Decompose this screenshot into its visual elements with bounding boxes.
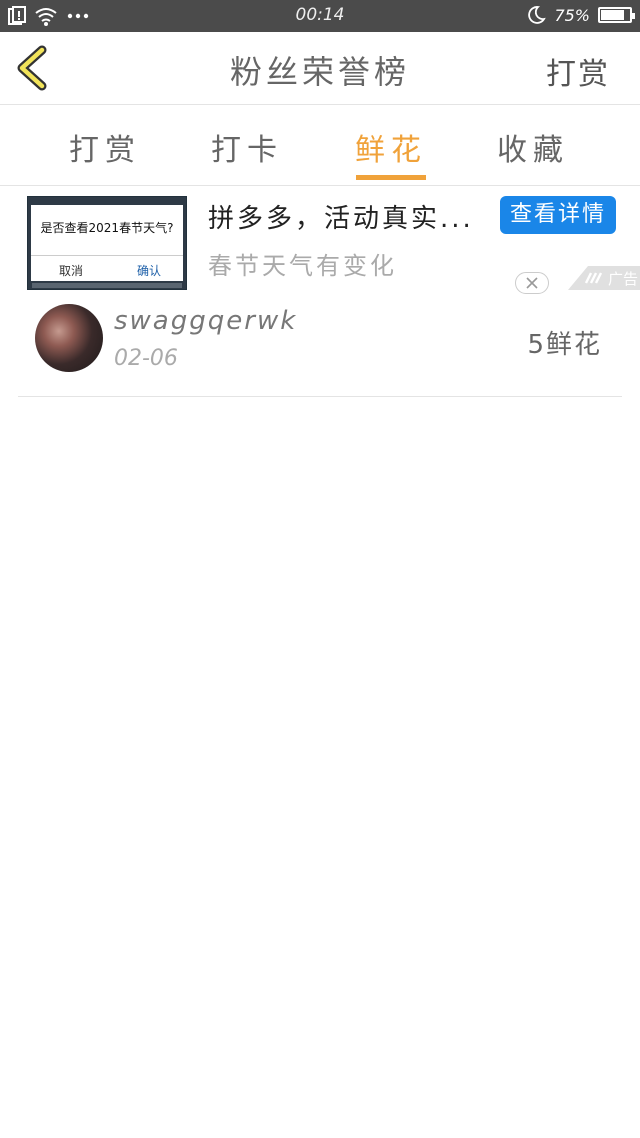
user-name: swaggqerwk — [114, 306, 298, 336]
ad-thumb-question: 是否查看2021春节天气? — [40, 221, 174, 235]
ad-close-button[interactable] — [515, 272, 549, 294]
ad-title[interactable]: 拼多多，活动真实... — [208, 198, 474, 235]
ad-thumb-footer — [32, 283, 182, 288]
ad-tag-label: 广告 — [608, 270, 639, 288]
ad-thumbnail[interactable]: 是否查看2021春节天气? 取消 确认 — [27, 196, 187, 290]
divider — [31, 255, 183, 256]
tab-checkin[interactable]: 打卡 — [192, 125, 302, 169]
ad-banner[interactable]: 是否查看2021春节天气? 取消 确认 拼多多，活动真实... 春节天气有变化 … — [0, 186, 640, 296]
close-icon — [526, 277, 538, 289]
reward-button[interactable]: 打赏 — [546, 49, 610, 93]
active-tab-indicator — [356, 175, 426, 180]
header: 粉丝荣誉榜 打赏 — [0, 32, 640, 105]
moon-icon — [528, 6, 547, 24]
ad-subtitle: 春节天气有变化 — [208, 252, 397, 280]
battery-percent: 75% — [554, 5, 590, 25]
status-bar: 00:14 75% — [0, 0, 640, 32]
ad-thumb-cancel: 取消 — [59, 264, 84, 278]
tab-bar: 打赏 打卡 鲜花 收藏 — [0, 105, 640, 186]
flower-count: 5鲜花 — [527, 330, 602, 360]
status-right-icons: 75% — [526, 5, 635, 25]
ad-thumb-confirm: 确认 — [137, 264, 162, 278]
list-item[interactable]: swaggqerwk 02-06 5鲜花 — [18, 298, 622, 397]
tab-reward[interactable]: 打赏 — [50, 125, 160, 169]
ad-thumb-dialog: 是否查看2021春节天气? 取消 确认 — [31, 205, 183, 281]
tab-favorites[interactable]: 收藏 — [478, 125, 588, 169]
avatar[interactable] — [35, 304, 103, 372]
tab-flowers[interactable]: 鲜花 — [336, 125, 446, 169]
gift-date: 02-06 — [114, 346, 178, 371]
ad-logo-icon — [584, 272, 603, 284]
page-title: 粉丝荣誉榜 — [229, 53, 410, 91]
ad-tag: 广告 — [568, 266, 640, 290]
ad-details-button[interactable]: 查看详情 — [500, 196, 616, 234]
battery-icon — [598, 7, 635, 23]
